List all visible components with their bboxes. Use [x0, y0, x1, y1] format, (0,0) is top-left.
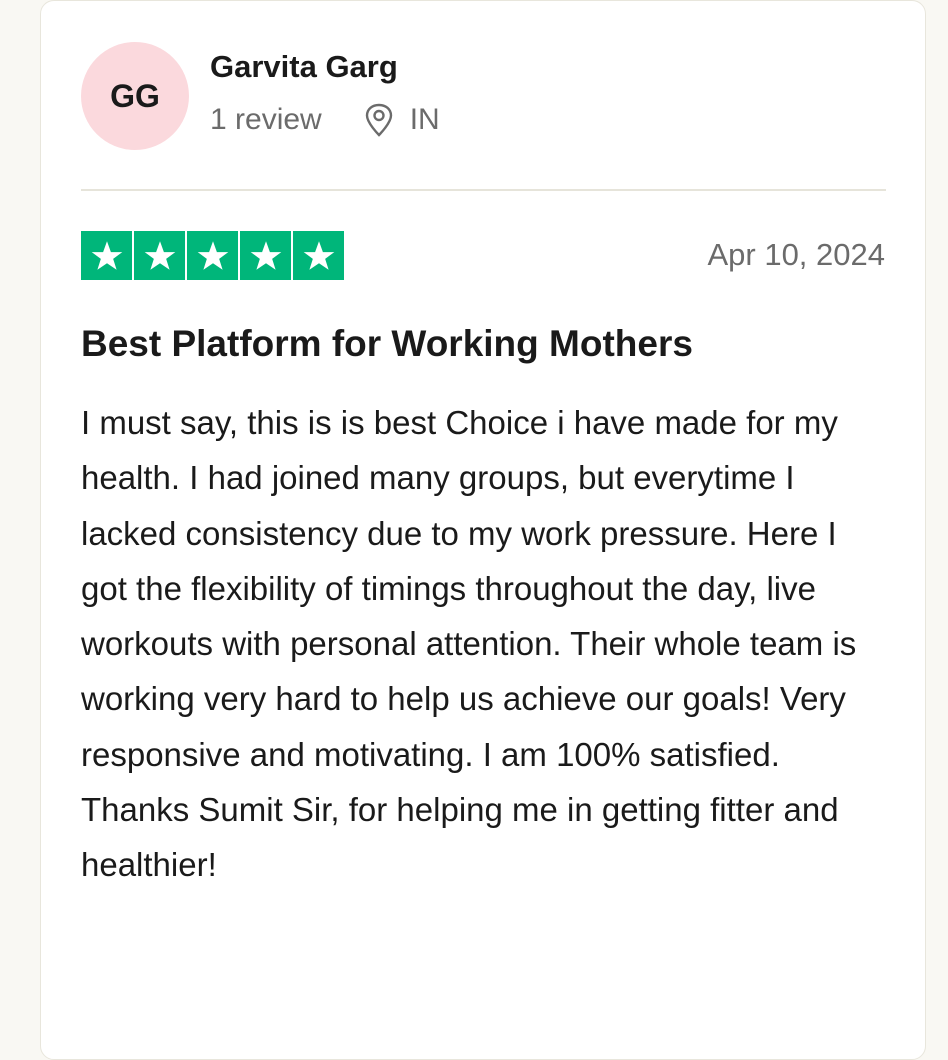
divider [81, 189, 886, 191]
reviewer-meta: 1 review IN [210, 103, 440, 137]
review-date: Apr 10, 2024 [707, 237, 885, 272]
star-icon [187, 231, 238, 280]
reviewer-location: IN [364, 103, 440, 137]
review-count: 1 review [210, 103, 322, 136]
star-icon [240, 231, 291, 280]
star-icon [293, 231, 344, 280]
map-pin-icon [364, 103, 394, 137]
review-title[interactable]: Best Platform for Working Mothers [81, 323, 693, 365]
review-card: GG Garvita Garg 1 review IN Apr 10, 2024… [40, 0, 926, 1060]
review-body: I must say, this is is best Choice i hav… [81, 404, 857, 884]
reviewer-name[interactable]: Garvita Garg [210, 49, 398, 85]
star-rating [81, 231, 344, 280]
avatar[interactable]: GG [81, 42, 189, 150]
star-icon [81, 231, 132, 280]
location-code: IN [409, 103, 440, 136]
star-icon [134, 231, 185, 280]
